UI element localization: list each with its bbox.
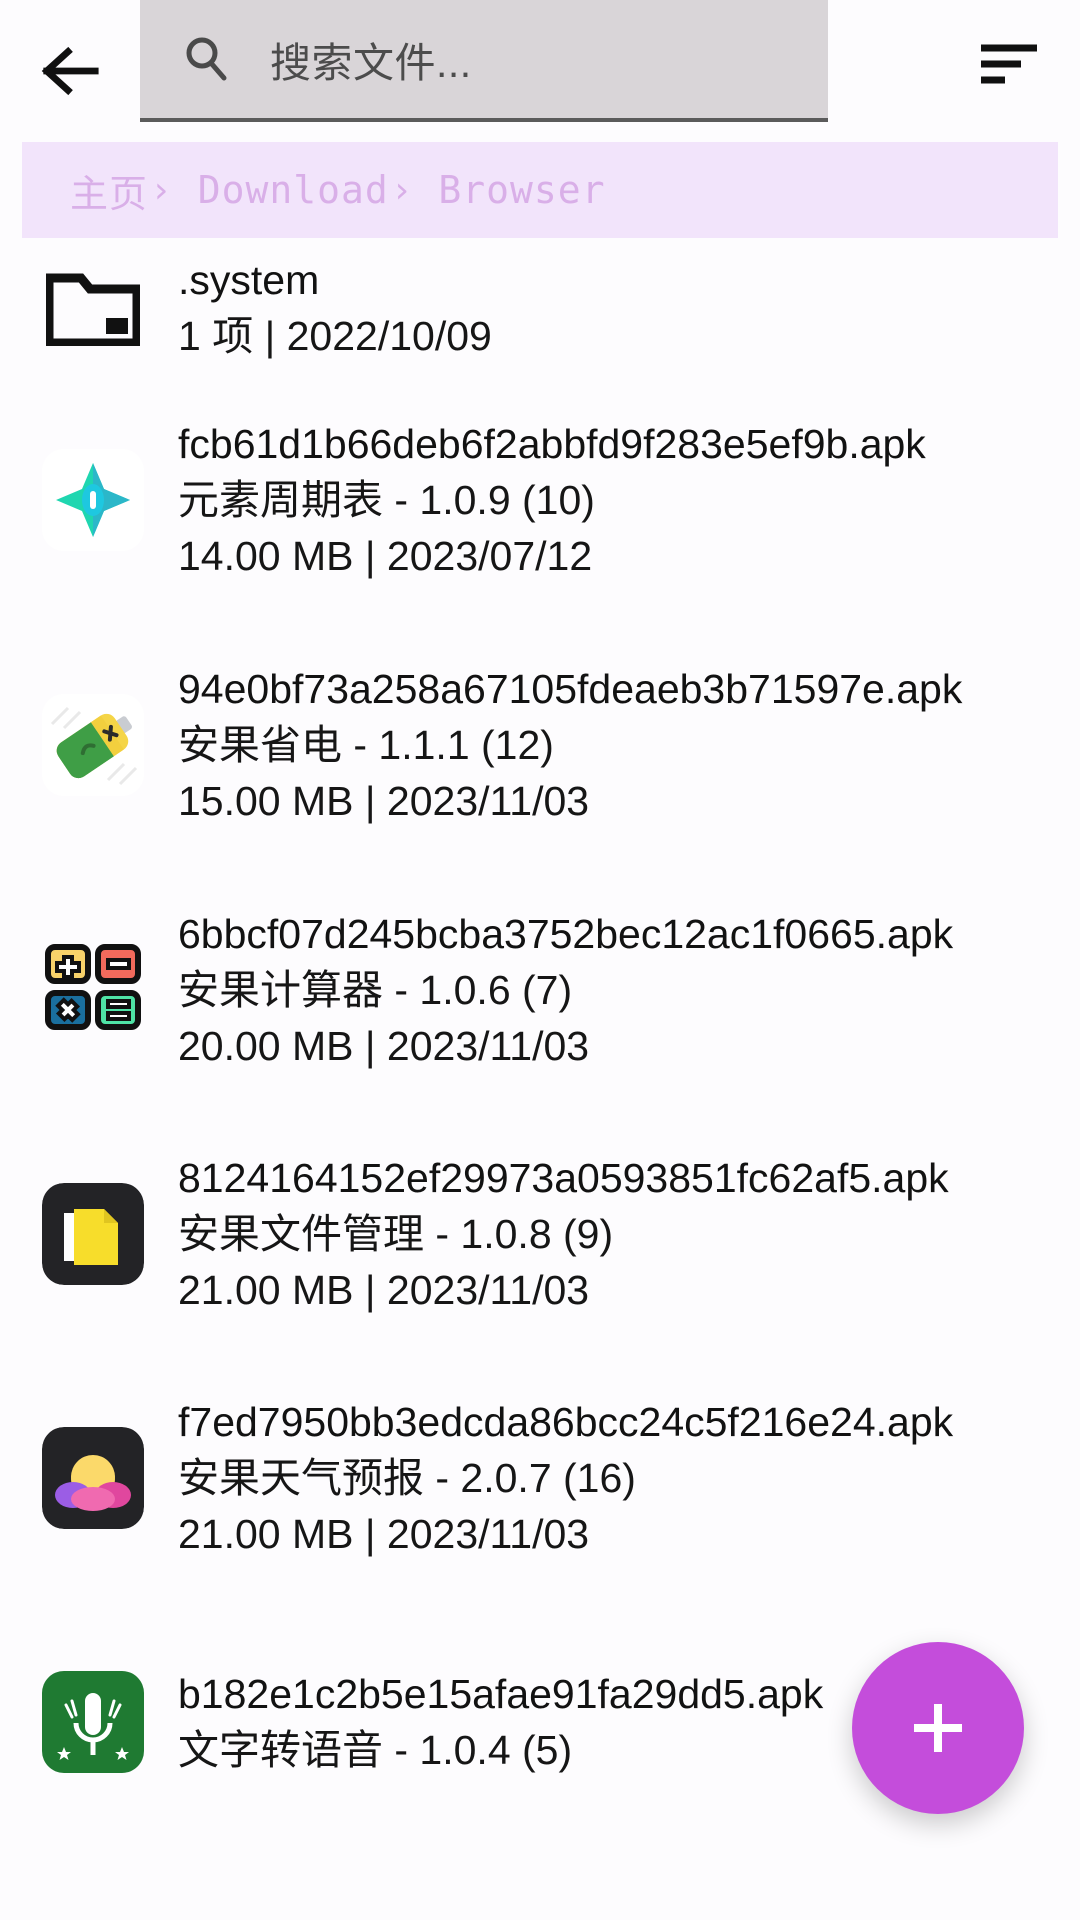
- file-meta: 1 项 | 2022/10/09: [178, 313, 492, 359]
- file-icon: [22, 674, 164, 816]
- arrow-left-icon: [39, 40, 101, 102]
- file-icon: [22, 1651, 164, 1793]
- app-calculator-icon: [42, 939, 144, 1041]
- breadcrumb-separator: ›: [390, 169, 413, 211]
- app-text-to-speech-icon: [42, 1671, 144, 1773]
- file-subtitle: 元素周期表 - 1.0.9 (10): [178, 477, 595, 523]
- file-name: fcb61d1b66deb6f2abbfd9f283e5ef9b.apk: [178, 421, 926, 467]
- top-app-bar: 搜索文件...: [0, 0, 1080, 142]
- breadcrumb-item-browser[interactable]: Browser: [438, 168, 605, 212]
- add-button[interactable]: [852, 1642, 1024, 1814]
- file-name: 94e0bf73a258a67105fdeaeb3b71597e.apk: [178, 666, 963, 712]
- file-meta: 20.00 MB | 2023/11/03: [178, 1023, 590, 1069]
- file-subtitle: 安果省电 - 1.1.1 (12): [178, 722, 554, 768]
- list-item[interactable]: fcb61d1b66deb6f2abbfd9f283e5ef9b.apk 元素周…: [0, 378, 1080, 622]
- list-item[interactable]: 6bbcf07d245bcba3752bec12ac1f0665.apk 安果计…: [0, 868, 1080, 1112]
- list-item[interactable]: .system 1 项 | 2022/10/09: [0, 238, 1080, 378]
- file-icon: [22, 238, 164, 379]
- file-icon: [22, 429, 164, 571]
- plus-icon: [902, 1692, 974, 1764]
- search-input[interactable]: 搜索文件...: [140, 0, 828, 122]
- app-file-manager-icon: [42, 1183, 144, 1285]
- app-periodic-table-icon: [42, 449, 144, 551]
- search-placeholder: 搜索文件...: [270, 40, 472, 86]
- file-meta: 14.00 MB | 2023/07/12: [178, 533, 593, 579]
- file-meta: 21.00 MB | 2023/11/03: [178, 1267, 590, 1313]
- file-info: 94e0bf73a258a67105fdeaeb3b71597e.apk 安果省…: [164, 661, 1056, 829]
- breadcrumb-item-download[interactable]: Download: [198, 168, 389, 212]
- breadcrumb: 主页 › Download › Browser: [22, 142, 1058, 238]
- file-subtitle: 安果文件管理 - 1.0.8 (9): [178, 1211, 614, 1257]
- folder-icon: [44, 270, 142, 348]
- file-info: 8124164152ef29973a0593851fc62af5.apk 安果文…: [164, 1150, 1056, 1318]
- file-meta: 15.00 MB | 2023/11/03: [178, 778, 590, 824]
- file-info: f7ed7950bb3edcda86bcc24c5f216e24.apk 安果天…: [164, 1394, 1056, 1562]
- file-name: 8124164152ef29973a0593851fc62af5.apk: [178, 1155, 949, 1201]
- file-subtitle: 安果计算器 - 1.0.6 (7): [178, 967, 573, 1013]
- file-name: .system: [178, 257, 320, 303]
- breadcrumb-separator: ›: [150, 169, 172, 211]
- file-info: 6bbcf07d245bcba3752bec12ac1f0665.apk 安果计…: [164, 906, 1056, 1074]
- file-info: fcb61d1b66deb6f2abbfd9f283e5ef9b.apk 元素周…: [164, 416, 1056, 584]
- file-info: .system 1 项 | 2022/10/09: [164, 252, 1056, 364]
- sort-icon: [979, 41, 1041, 87]
- breadcrumb-item-home[interactable]: 主页: [70, 163, 148, 218]
- app-weather-icon: [42, 1427, 144, 1529]
- file-meta: 21.00 MB | 2023/11/03: [178, 1511, 590, 1557]
- back-button[interactable]: [0, 0, 140, 142]
- app-battery-saver-icon: [42, 694, 144, 796]
- file-subtitle: 安果天气预报 - 2.0.7 (16): [178, 1455, 636, 1501]
- search-icon: [180, 33, 232, 85]
- file-name: f7ed7950bb3edcda86bcc24c5f216e24.apk: [178, 1399, 954, 1445]
- file-icon: [22, 1407, 164, 1549]
- list-item[interactable]: 94e0bf73a258a67105fdeaeb3b71597e.apk 安果省…: [0, 622, 1080, 868]
- list-item[interactable]: f7ed7950bb3edcda86bcc24c5f216e24.apk 安果天…: [0, 1356, 1080, 1600]
- sort-button[interactable]: [940, 0, 1080, 128]
- file-icon: [22, 919, 164, 1061]
- search-container: 搜索文件...: [140, 0, 1080, 142]
- file-name: 6bbcf07d245bcba3752bec12ac1f0665.apk: [178, 911, 954, 957]
- list-item[interactable]: 8124164152ef29973a0593851fc62af5.apk 安果文…: [0, 1112, 1080, 1356]
- file-icon: [22, 1163, 164, 1305]
